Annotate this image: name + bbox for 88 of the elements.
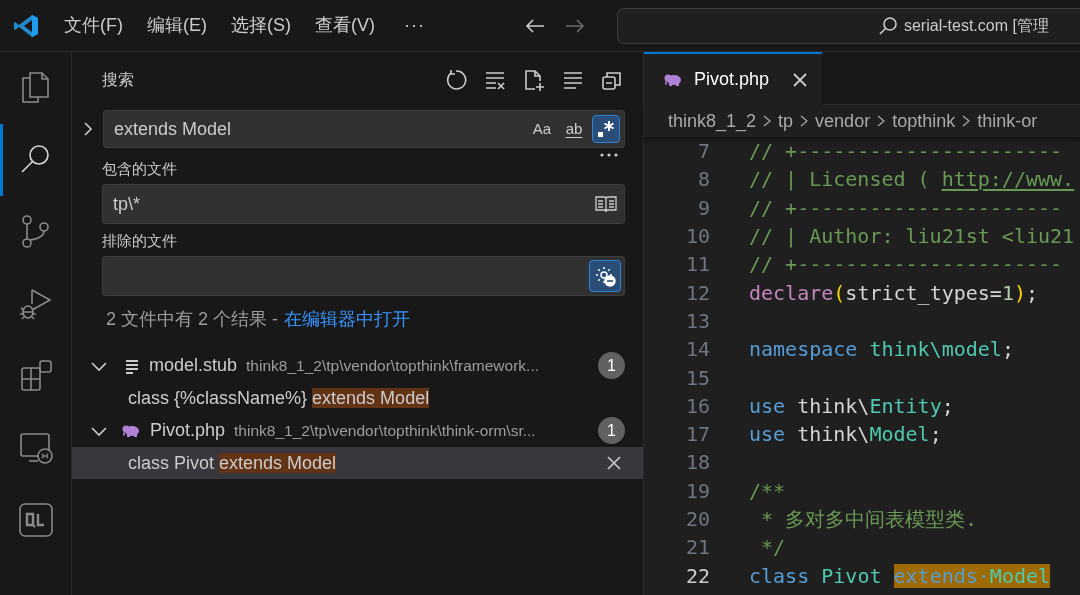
lines-icon[interactable] bbox=[562, 69, 584, 91]
breadcrumb-item[interactable]: think8_1_2 bbox=[668, 107, 757, 135]
breadcrumb-item[interactable]: topthink bbox=[892, 107, 956, 135]
result-file-path: think8_1_2\tp\vendor\topthink\think-orm\sr... bbox=[234, 420, 536, 441]
ql-icon[interactable] bbox=[17, 502, 54, 538]
code-line: // | Author: liu21st <liu21 bbox=[749, 223, 1075, 251]
close-icon[interactable] bbox=[793, 72, 808, 87]
panel-title: 搜索 bbox=[102, 70, 134, 90]
text-file-icon bbox=[124, 357, 140, 374]
breadcrumb-item[interactable]: vendor bbox=[815, 107, 871, 135]
line-number: 11 bbox=[684, 251, 710, 279]
line-number: 22 bbox=[684, 562, 710, 590]
menu-item[interactable]: 编辑(E) bbox=[146, 12, 208, 39]
line-number: 17 bbox=[684, 421, 710, 449]
clear-results-icon[interactable] bbox=[484, 69, 506, 91]
more-menu-button[interactable]: ··· bbox=[404, 12, 425, 39]
close-icon[interactable] bbox=[607, 456, 621, 470]
code-line: * 多对多中间表模型类. bbox=[760, 506, 978, 533]
collapse-all-icon[interactable] bbox=[601, 69, 623, 91]
match-row[interactable]: class Pivot extends Model bbox=[72, 447, 643, 479]
match-row[interactable]: class {%className%} extends Model bbox=[72, 382, 643, 414]
line-number: 9 bbox=[696, 194, 710, 222]
forward-arrow-icon[interactable] bbox=[564, 17, 585, 34]
code-line: */ bbox=[760, 534, 786, 562]
code-line: // | Licensed ( http://www. bbox=[749, 166, 1075, 194]
search-icon bbox=[877, 15, 898, 36]
chevron-right-icon bbox=[876, 114, 887, 128]
breadcrumb-item[interactable]: tp bbox=[778, 107, 794, 135]
line-number: 21 bbox=[684, 534, 710, 562]
regex-toggle[interactable] bbox=[592, 115, 620, 143]
more-icon[interactable] bbox=[599, 152, 619, 158]
chevron-right-icon bbox=[961, 114, 972, 128]
match-count-badge: 1 bbox=[598, 417, 625, 444]
result-file-row[interactable]: model.stub think8_1_2\tp\vendor\topthink\framework... 1 bbox=[72, 349, 643, 382]
line-number: 10 bbox=[684, 223, 710, 251]
code-line: use think\Model; bbox=[749, 421, 942, 449]
app-logo-icon[interactable] bbox=[13, 12, 39, 39]
line-number: 8 bbox=[696, 166, 710, 194]
editor-tab[interactable]: Pivot.php bbox=[644, 52, 822, 105]
code-line: // +---------------------- bbox=[749, 138, 1063, 166]
refresh-icon[interactable] bbox=[445, 69, 467, 91]
result-file-name: Pivot.php bbox=[150, 419, 226, 442]
match-count-badge: 1 bbox=[598, 352, 625, 379]
code-line: class Pivot extends·Model bbox=[749, 562, 1051, 590]
play-bug-icon[interactable] bbox=[17, 286, 54, 322]
line-number: 14 bbox=[684, 336, 710, 364]
match-line: class Pivot extends Model bbox=[128, 451, 337, 475]
open-in-editor-link[interactable]: 在编辑器中打开 bbox=[284, 305, 411, 333]
exclude-settings-toggle[interactable] bbox=[589, 260, 621, 292]
back-arrow-icon[interactable] bbox=[524, 17, 545, 34]
command-center-search[interactable]: serial-test.com [管理 bbox=[616, 7, 1080, 44]
exclude-files-field[interactable] bbox=[102, 256, 625, 296]
breadcrumb-item[interactable]: think-or bbox=[977, 107, 1038, 135]
new-file-icon[interactable] bbox=[523, 69, 545, 91]
menu-item[interactable]: 选择(S) bbox=[230, 12, 292, 39]
code-line: use think\Entity; bbox=[749, 392, 954, 420]
result-file-row[interactable]: Pivot.php think8_1_2\tp\vendor\topthink\think-orm\sr... 1 bbox=[72, 414, 643, 447]
code-line: // +---------------------- bbox=[749, 194, 1063, 222]
line-number: 18 bbox=[684, 449, 710, 477]
field-label: 排除的文件 bbox=[102, 230, 177, 251]
line-number: 7 bbox=[696, 138, 710, 166]
line-number: 13 bbox=[684, 307, 710, 335]
code-line: // +---------------------- bbox=[749, 251, 1063, 279]
code-line: namespace think\model; bbox=[749, 336, 1014, 364]
field-label: 包含的文件 bbox=[102, 158, 177, 179]
result-file-name: model.stub bbox=[149, 354, 238, 377]
line-number: 16 bbox=[684, 392, 710, 420]
gear-icon bbox=[594, 265, 616, 287]
search-field[interactable]: extends Model Aa ab bbox=[103, 110, 625, 148]
match-line: class {%className%} extends Model bbox=[128, 386, 430, 410]
code-line: declare(strict_types=1); bbox=[749, 279, 1039, 307]
results-summary: 2 文件中有 2 个结果 - bbox=[106, 307, 279, 331]
result-file-path: think8_1_2\tp\vendor\topthink\framework... bbox=[246, 355, 539, 376]
line-number: 20 bbox=[684, 506, 710, 533]
match-case-toggle[interactable]: Aa bbox=[528, 115, 556, 143]
whole-word-toggle[interactable]: ab bbox=[560, 115, 588, 143]
menu-item[interactable]: 文件(F) bbox=[63, 12, 124, 39]
chevron-right-icon bbox=[762, 114, 773, 128]
chevron-right-icon bbox=[799, 114, 810, 128]
book-icon[interactable] bbox=[594, 194, 618, 214]
line-number: 15 bbox=[684, 364, 710, 392]
regex-icon bbox=[596, 119, 616, 139]
code-line: /** bbox=[749, 477, 786, 505]
include-files-field[interactable]: tp\* bbox=[102, 184, 625, 224]
line-number: 12 bbox=[684, 279, 710, 307]
line-number: 19 bbox=[684, 477, 710, 505]
menu-item[interactable]: 查看(V) bbox=[314, 12, 376, 39]
monitor-icon[interactable] bbox=[17, 430, 54, 466]
